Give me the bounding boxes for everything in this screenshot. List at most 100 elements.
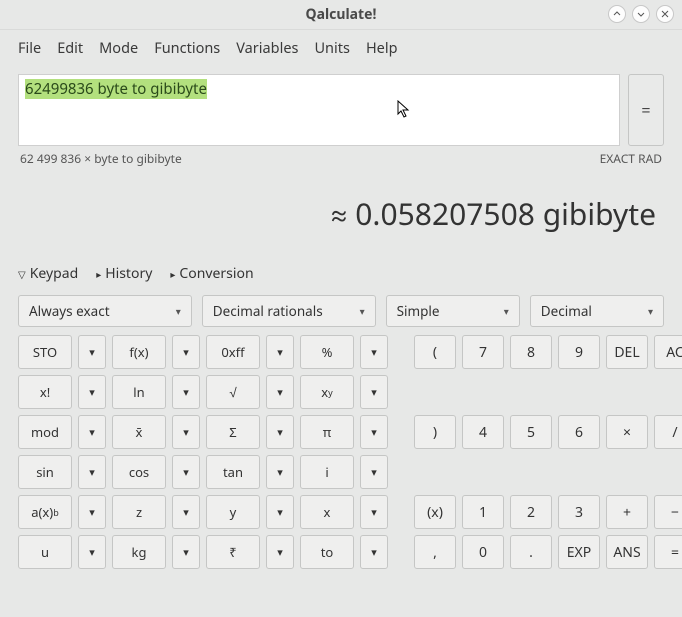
dropdown-arrow-button[interactable]: ▾ — [172, 495, 200, 529]
key-ans-button[interactable]: ANS — [606, 535, 648, 569]
key-fx-button[interactable]: f(x) — [112, 335, 166, 369]
dropdown-arrow-button[interactable]: ▾ — [78, 455, 106, 489]
angle-label: Simple — [397, 302, 440, 320]
menu-variables[interactable]: Variables — [230, 36, 304, 60]
dropdown-arrow-button[interactable]: ▾ — [172, 415, 200, 449]
tab-history[interactable]: ▸History — [96, 264, 152, 283]
dropdown-arrow-button[interactable]: ▾ — [360, 535, 388, 569]
key-0xff-button[interactable]: 0xff — [206, 335, 260, 369]
approximation-label: Always exact — [29, 302, 110, 320]
spacer — [462, 375, 504, 409]
key-kg-button[interactable]: kg — [112, 535, 166, 569]
key-2-button[interactable]: 2 — [510, 495, 552, 529]
key--button[interactable]: . — [510, 535, 552, 569]
key--button[interactable]: = — [654, 535, 682, 569]
dropdown-arrow-button[interactable]: ▾ — [266, 335, 294, 369]
close-button[interactable] — [656, 5, 674, 23]
base-select[interactable]: Decimal▾ — [530, 295, 664, 327]
dropdown-arrow-button[interactable]: ▾ — [360, 455, 388, 489]
dropdown-arrow-button[interactable]: ▾ — [266, 455, 294, 489]
key-exp-button[interactable]: EXP — [558, 535, 600, 569]
key-sin-button[interactable]: sin — [18, 455, 72, 489]
key--button[interactable]: − — [654, 495, 682, 529]
dropdown-arrow-button[interactable]: ▾ — [266, 375, 294, 409]
fraction-select[interactable]: Decimal rationals ▾ — [202, 295, 376, 327]
key-4-button[interactable]: 4 — [462, 415, 504, 449]
key-5-button[interactable]: 5 — [510, 415, 552, 449]
dropdown-arrow-button[interactable]: ▾ — [360, 495, 388, 529]
tab-keypad[interactable]: ▽Keypad — [18, 264, 78, 283]
key-tan-button[interactable]: tan — [206, 455, 260, 489]
menu-mode[interactable]: Mode — [93, 36, 144, 60]
key--button[interactable]: % — [300, 335, 354, 369]
key--button[interactable]: Σ — [206, 415, 260, 449]
dropdown-arrow-button[interactable]: ▾ — [360, 375, 388, 409]
chevron-down-icon: ▾ — [360, 304, 365, 318]
menu-file[interactable]: File — [12, 36, 47, 60]
key-y-button[interactable]: y — [206, 495, 260, 529]
dropdown-arrow-button[interactable]: ▾ — [172, 535, 200, 569]
dropdown-arrow-button[interactable]: ▾ — [78, 375, 106, 409]
dropdown-arrow-button[interactable]: ▾ — [78, 535, 106, 569]
key-cos-button[interactable]: cos — [112, 455, 166, 489]
key--button[interactable]: π — [300, 415, 354, 449]
key-x-button[interactable]: xy — [300, 375, 354, 409]
key-x-button[interactable]: (x) — [414, 495, 456, 529]
dropdown-arrow-button[interactable]: ▾ — [266, 415, 294, 449]
key-3-button[interactable]: 3 — [558, 495, 600, 529]
spacer — [414, 455, 456, 489]
menu-edit[interactable]: Edit — [51, 36, 89, 60]
dropdown-arrow-button[interactable]: ▾ — [266, 535, 294, 569]
key-ln-button[interactable]: ln — [112, 375, 166, 409]
dropdown-arrow-button[interactable]: ▾ — [172, 375, 200, 409]
dropdown-arrow-button[interactable]: ▾ — [78, 335, 106, 369]
key-x-button[interactable]: x! — [18, 375, 72, 409]
dropdown-arrow-button[interactable]: ▾ — [266, 495, 294, 529]
key--button[interactable]: ₹ — [206, 535, 260, 569]
dropdown-arrow-button[interactable]: ▾ — [78, 495, 106, 529]
key--button[interactable]: ( — [414, 335, 456, 369]
minimize-button[interactable] — [608, 5, 626, 23]
key-del-button[interactable]: DEL — [606, 335, 648, 369]
chevron-down-icon: ▾ — [648, 304, 653, 318]
key--button[interactable]: × — [606, 415, 648, 449]
key-ac-button[interactable]: AC — [654, 335, 682, 369]
key-sto-button[interactable]: STO — [18, 335, 72, 369]
menu-help[interactable]: Help — [360, 36, 404, 60]
key-ax-button[interactable]: a(x)b — [18, 495, 72, 529]
key-to-button[interactable]: to — [300, 535, 354, 569]
approximation-select[interactable]: Always exact▾ — [18, 295, 192, 327]
tab-conversion[interactable]: ▸Conversion — [170, 264, 253, 283]
key-0-button[interactable]: 0 — [462, 535, 504, 569]
dropdown-arrow-button[interactable]: ▾ — [172, 335, 200, 369]
key-z-button[interactable]: z — [112, 495, 166, 529]
key-mod-button[interactable]: mod — [18, 415, 72, 449]
dropdown-arrow-button[interactable]: ▾ — [172, 455, 200, 489]
key-u-button[interactable]: u — [18, 535, 72, 569]
dropdown-arrow-button[interactable]: ▾ — [360, 335, 388, 369]
fraction-label: Decimal rationals — [213, 302, 323, 320]
key-8-button[interactable]: 8 — [510, 335, 552, 369]
key--button[interactable]: , — [414, 535, 456, 569]
angle-select[interactable]: Simple▾ — [386, 295, 520, 327]
key-x-button[interactable]: x — [300, 495, 354, 529]
key-7-button[interactable]: 7 — [462, 335, 504, 369]
spacer — [558, 375, 600, 409]
key--button[interactable]: ) — [414, 415, 456, 449]
key-x-button[interactable]: x̄ — [112, 415, 166, 449]
menu-functions[interactable]: Functions — [148, 36, 226, 60]
dropdown-arrow-button[interactable]: ▾ — [78, 415, 106, 449]
key--button[interactable]: √ — [206, 375, 260, 409]
dropdown-arrow-button[interactable]: ▾ — [360, 415, 388, 449]
function-keypad: STO▾f(x)▾0xff▾%▾x!▾ln▾√▾xy▾mod▾x̄▾Σ▾π▾si… — [18, 335, 388, 569]
key-1-button[interactable]: 1 — [462, 495, 504, 529]
key-6-button[interactable]: 6 — [558, 415, 600, 449]
equals-button[interactable]: = — [628, 74, 664, 146]
maximize-button[interactable] — [632, 5, 650, 23]
key-i-button[interactable]: i — [300, 455, 354, 489]
key--button[interactable]: / — [654, 415, 682, 449]
expression-input[interactable]: 62499836 byte to gibibyte — [18, 74, 620, 146]
menu-units[interactable]: Units — [308, 36, 355, 60]
key--button[interactable]: + — [606, 495, 648, 529]
key-9-button[interactable]: 9 — [558, 335, 600, 369]
